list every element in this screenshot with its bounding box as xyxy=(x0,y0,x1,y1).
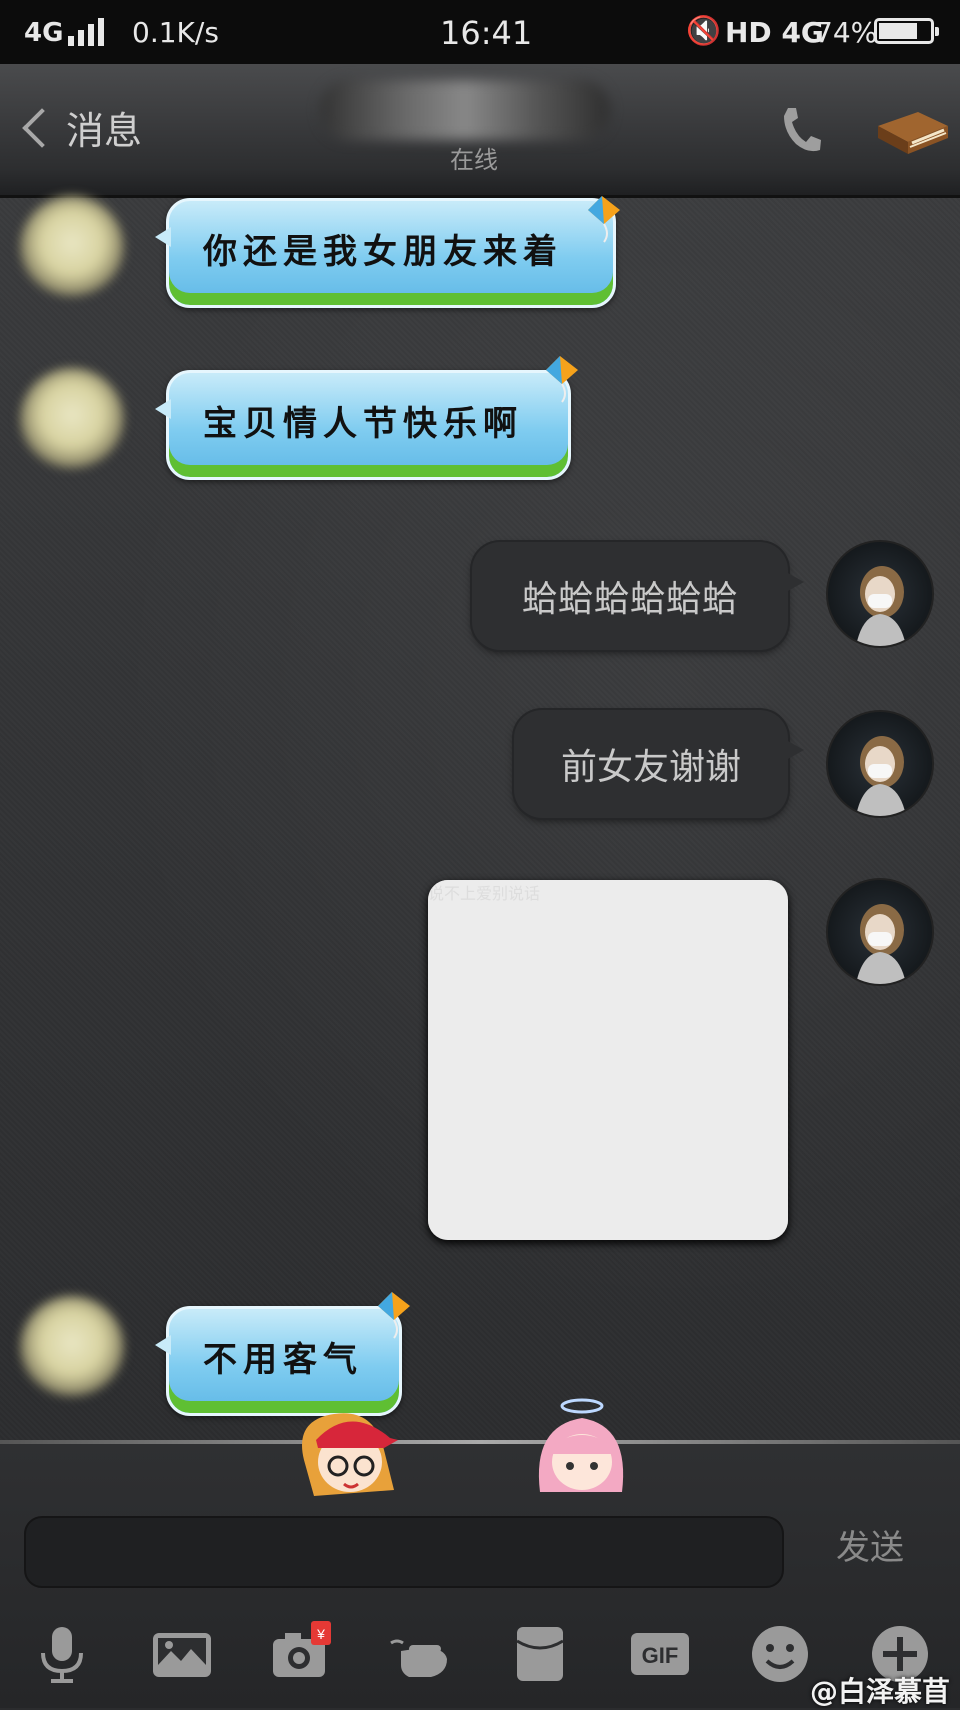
status-bar: 4G 0.1K/s 16:41 🔇 HD 4G 74% xyxy=(0,0,960,64)
red-packet-icon xyxy=(516,1627,564,1681)
input-divider xyxy=(0,1440,960,1444)
signal-icon xyxy=(68,18,104,46)
emoji-icon xyxy=(752,1626,808,1682)
back-button[interactable]: 消息 xyxy=(14,100,142,155)
kite-decoration-icon xyxy=(546,356,578,403)
message-input[interactable] xyxy=(24,1516,784,1588)
poke-icon xyxy=(390,1639,447,1677)
contact-status: 在线 xyxy=(450,146,498,174)
back-label: 消息 xyxy=(66,109,143,153)
message-text: 你还是我女朋友来着 xyxy=(203,231,563,272)
red-packet-badge: ¥ xyxy=(316,1626,325,1642)
message-text: 前女友谢谢 xyxy=(560,747,741,788)
girl-avatar-icon xyxy=(856,904,906,984)
girl-avatar-icon xyxy=(856,736,906,816)
my-avatar[interactable] xyxy=(826,710,934,818)
contact-name-blurred xyxy=(320,80,610,140)
camera-icon: ¥ xyxy=(273,1621,331,1677)
chevron-left-icon xyxy=(22,107,62,148)
camera-button[interactable]: ¥ xyxy=(266,1618,338,1690)
my-avatar[interactable] xyxy=(826,878,934,986)
message-bubble-outgoing[interactable]: 蛤蛤蛤蛤蛤蛤 xyxy=(472,542,804,650)
message-bubble-incoming[interactable]: 你还是我女朋友来着 xyxy=(155,198,616,308)
gif-icon: GIF xyxy=(631,1633,689,1675)
microphone-button[interactable] xyxy=(26,1618,98,1690)
phone-icon[interactable] xyxy=(778,104,824,156)
contact-avatar[interactable] xyxy=(20,368,124,472)
poke-button[interactable] xyxy=(384,1618,456,1690)
mascot-girl-cap-icon xyxy=(302,1413,398,1496)
kite-decoration-icon xyxy=(378,1292,410,1339)
emoji-button[interactable] xyxy=(744,1618,816,1690)
image-button[interactable] xyxy=(146,1618,218,1690)
message-bubble-incoming[interactable]: 宝贝情人节快乐啊 xyxy=(155,370,571,480)
contact-avatar[interactable] xyxy=(20,196,124,300)
girl-avatar-icon xyxy=(856,566,906,646)
clock: 16:41 xyxy=(440,14,533,52)
network-type: 4G xyxy=(24,18,64,48)
message-text: 宝贝情人节快乐啊 xyxy=(203,403,523,444)
send-button[interactable]: 发送 xyxy=(836,1520,904,1569)
battery-icon xyxy=(874,18,939,44)
microphone-icon xyxy=(41,1627,83,1683)
image-icon xyxy=(153,1633,211,1677)
kite-decoration-icon xyxy=(588,196,620,243)
mascot-angel-girl-icon xyxy=(538,1398,624,1492)
my-avatar[interactable] xyxy=(826,540,934,648)
sticker-caption: 说不上爱别说话 xyxy=(428,880,788,1240)
message-bubble-outgoing[interactable]: 前女友谢谢 xyxy=(514,710,804,818)
hd-indicator: HD 4G xyxy=(725,16,824,49)
message-text: 蛤蛤蛤蛤蛤蛤 xyxy=(521,579,738,620)
gif-button[interactable]: GIF xyxy=(624,1618,696,1690)
battery-percent: 74% xyxy=(815,16,878,49)
red-packet-button[interactable] xyxy=(504,1618,576,1690)
contact-avatar[interactable] xyxy=(20,1296,124,1400)
network-speed: 0.1K/s xyxy=(132,16,219,49)
message-text: 不用客气 xyxy=(203,1339,363,1380)
gif-label: GIF xyxy=(642,1643,679,1668)
profile-book-icon[interactable] xyxy=(872,106,952,158)
hd-label: HD xyxy=(725,16,772,49)
watermark: @白泽慕苜 xyxy=(809,1675,950,1708)
mute-icon: 🔇 xyxy=(686,14,721,47)
